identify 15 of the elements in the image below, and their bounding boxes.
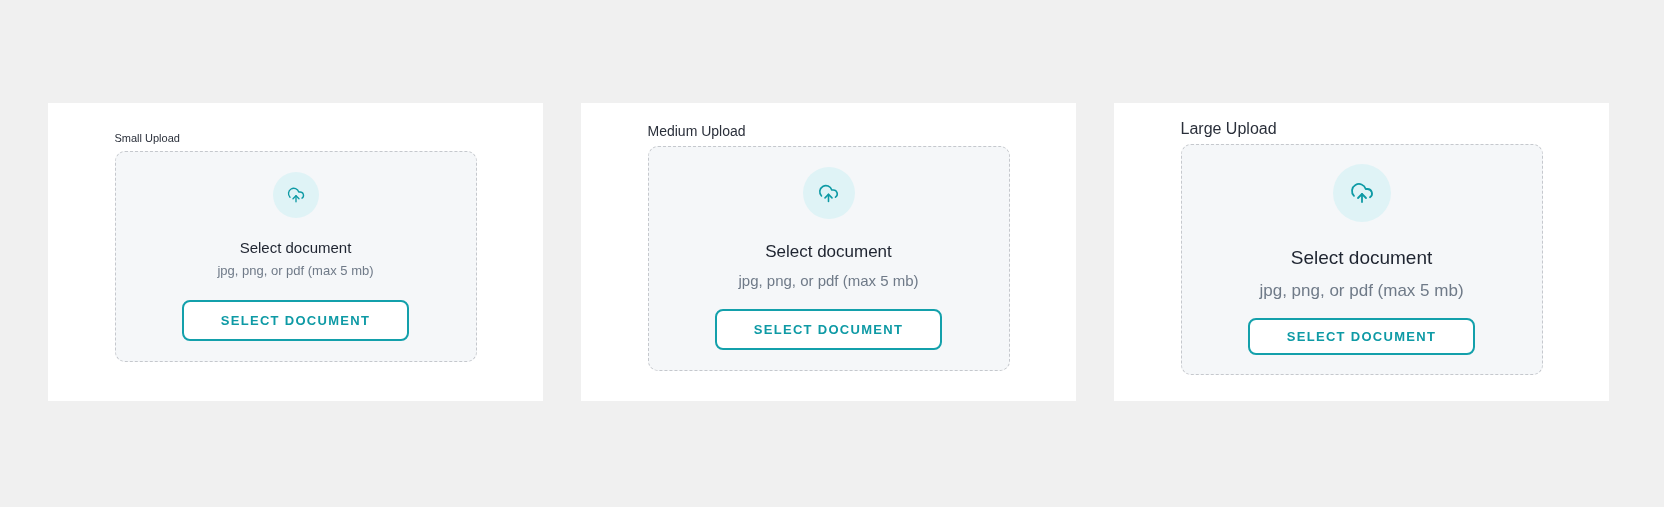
- file-hint: jpg, png, or pdf (max 5 mb): [738, 271, 919, 291]
- drop-zone[interactable]: Select document jpg, png, or pdf (max 5 mb) SELECT DOCUMENT: [1180, 143, 1543, 376]
- cloud-upload-icon: [818, 182, 839, 204]
- drop-title: Select document: [239, 237, 352, 258]
- cloud-upload-icon: [286, 185, 305, 204]
- cloud-upload-icon: [1349, 180, 1374, 205]
- file-hint: jpg, png, or pdf (max 5 mb): [217, 263, 374, 281]
- drop-title: Select document: [765, 241, 892, 264]
- file-hint: jpg, png, or pdf (max 5 mb): [1259, 280, 1464, 303]
- drop-zone[interactable]: Select document jpg, png, or pdf (max 5 mb) SELECT DOCUMENT: [647, 146, 1010, 371]
- upload-label: Medium Upload: [647, 123, 747, 141]
- upload-label: Small Upload: [114, 131, 181, 145]
- drop-zone[interactable]: Select document jpg, png, or pdf (max 5 mb) SELECT DOCUMENT: [114, 150, 477, 363]
- upload-label: Large Upload: [1180, 118, 1278, 138]
- drop-title: Select document: [1290, 245, 1433, 270]
